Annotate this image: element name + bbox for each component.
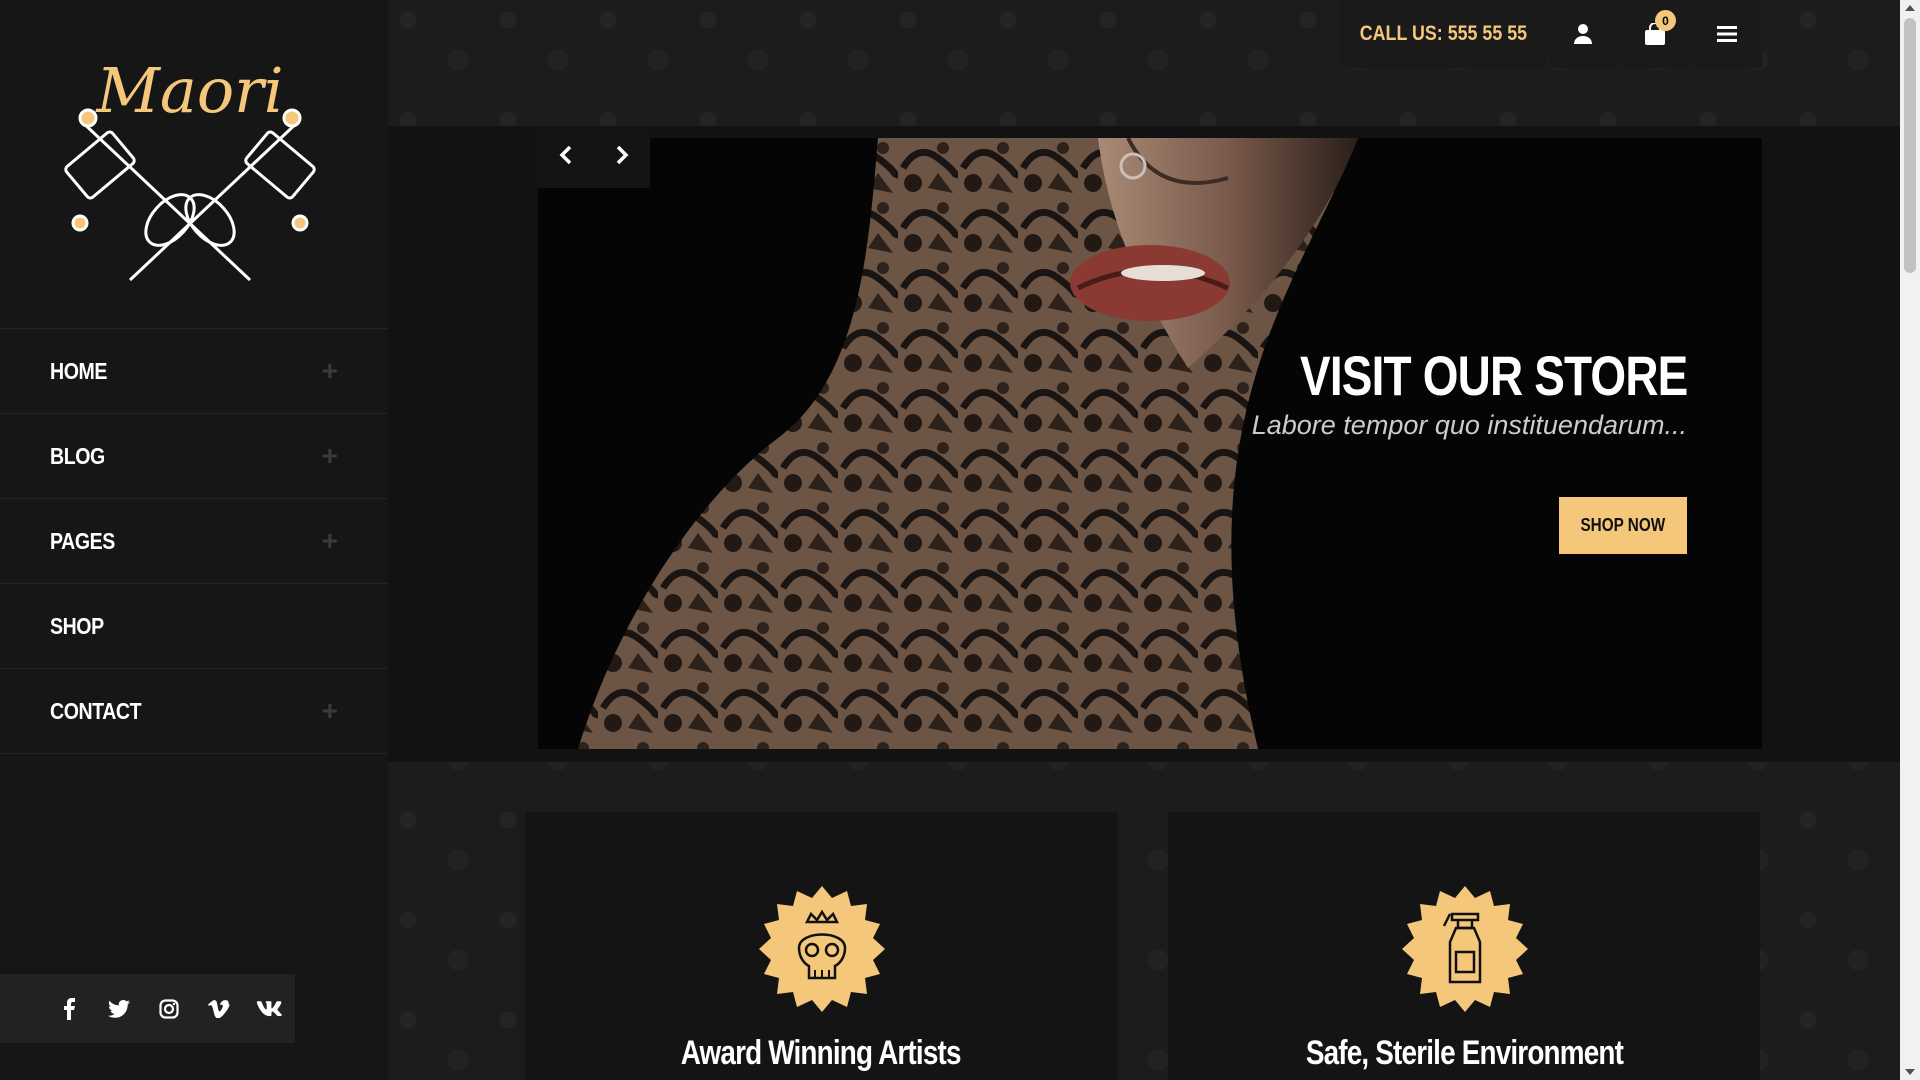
cart-count-badge: 0 — [1655, 10, 1676, 31]
cart-button[interactable]: 0 — [1620, 0, 1690, 68]
feature-card: Safe, Sterile Environment — [1168, 812, 1760, 1080]
nav-item-contact[interactable]: CONTACT + — [0, 669, 388, 754]
sidebar: Maori HOME + BLOG + PAGES + SHOP CONTACT… — [0, 0, 388, 1080]
plus-icon[interactable]: + — [322, 695, 338, 727]
plus-icon[interactable]: + — [322, 440, 338, 472]
main-nav: HOME + BLOG + PAGES + SHOP CONTACT + — [0, 328, 388, 754]
nav-item-pages[interactable]: PAGES + — [0, 499, 388, 584]
tattooed-model-image — [578, 138, 1358, 749]
facebook-icon[interactable] — [44, 994, 94, 1024]
nav-item-label: PAGES — [50, 527, 115, 554]
feature-card: Award Winning Artists — [525, 812, 1117, 1080]
menu-button[interactable] — [1692, 0, 1762, 68]
skull-crown-icon — [759, 886, 885, 1012]
social-links — [0, 974, 295, 1043]
hero-subtext: Labore tempor quo instituendarum... — [1251, 410, 1687, 440]
account-button[interactable] — [1548, 0, 1618, 68]
scroll-up-arrow-icon[interactable] — [1905, 5, 1915, 11]
nav-item-home[interactable]: HOME + — [0, 329, 388, 414]
scroll-down-arrow-icon[interactable] — [1905, 1069, 1915, 1075]
nav-item-shop[interactable]: SHOP — [0, 584, 388, 669]
vk-icon[interactable] — [244, 994, 294, 1024]
hero-slide: VISIT OUR STORE Labore tempor quo instit… — [538, 138, 1762, 749]
page-scrollbar[interactable] — [1900, 0, 1920, 1080]
slider-controls — [538, 126, 650, 188]
instagram-icon[interactable] — [144, 994, 194, 1024]
spray-bottle-icon — [1402, 886, 1528, 1012]
feature-title-text: Award Winning Artists — [681, 1034, 962, 1072]
top-bar: CALL US: 555 55 55 0 — [1340, 0, 1762, 68]
logo-text: Maori — [95, 54, 283, 127]
feature-title: Award Winning Artists — [525, 1034, 1117, 1073]
plus-icon[interactable]: + — [322, 355, 338, 387]
nav-item-label: SHOP — [50, 612, 104, 639]
chevron-left-icon[interactable] — [559, 145, 573, 170]
feature-title-text: Safe, Sterile Environment — [1305, 1034, 1623, 1072]
tattoo-machines-logo-icon: Maori — [64, 54, 316, 282]
shop-now-label: SHOP NOW — [1580, 515, 1666, 535]
feature-title: Safe, Sterile Environment — [1168, 1034, 1760, 1073]
nav-item-label: BLOG — [50, 442, 105, 469]
call-us-label: CALL US: 555 55 55 — [1359, 22, 1527, 45]
user-icon — [1574, 24, 1592, 44]
menu-icon — [1717, 26, 1737, 42]
shop-now-button[interactable]: SHOP NOW — [1559, 497, 1687, 554]
call-us-link[interactable]: CALL US: 555 55 55 — [1340, 0, 1546, 68]
hero-headline: VISIT OUR STORE — [1299, 344, 1688, 407]
nav-item-blog[interactable]: BLOG + — [0, 414, 388, 499]
chevron-right-icon[interactable] — [615, 145, 629, 170]
nav-item-label: HOME — [50, 357, 107, 384]
twitter-icon[interactable] — [94, 994, 144, 1024]
vimeo-icon[interactable] — [194, 994, 244, 1024]
scroll-thumb[interactable] — [1904, 18, 1916, 273]
plus-icon[interactable]: + — [322, 525, 338, 557]
brand-logo[interactable]: Maori — [40, 40, 340, 290]
nav-item-label: CONTACT — [50, 697, 142, 724]
